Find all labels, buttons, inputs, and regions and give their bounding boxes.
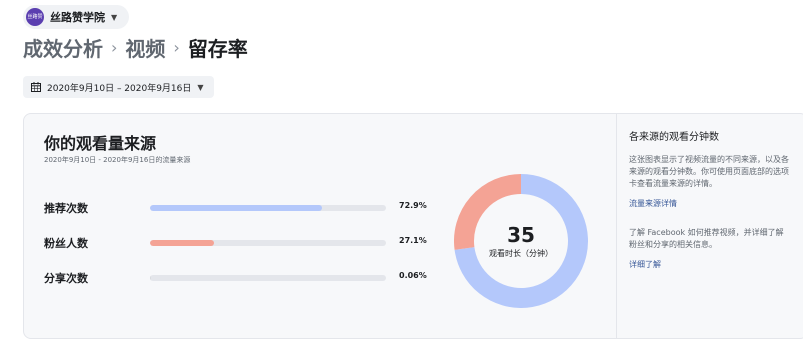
donut-slice-1	[454, 174, 522, 250]
date-range-picker[interactable]: 2020年9月10日 – 2020年9月16日 ▼	[23, 76, 214, 98]
metric-bar-fill	[150, 205, 323, 211]
date-range-label: 2020年9月10日 – 2020年9月16日	[47, 83, 192, 94]
metric-bar-fill	[150, 240, 214, 246]
chevron-right-icon: ›	[111, 38, 118, 57]
page-selector[interactable]: 丝路赞学院 丝路赞学院 ▼	[23, 5, 130, 29]
calendar-icon	[31, 82, 41, 92]
page-title: 留存率	[187, 37, 248, 61]
page-name: 丝路赞学院	[50, 11, 105, 24]
caret-down-icon: ▼	[111, 12, 118, 22]
metric-value: 0.06%	[399, 271, 427, 280]
card-title: 你的观看量来源	[44, 134, 157, 153]
help-description: 这张图表显示了视频流量的不同来源，以及各来源的观看分钟数。你可使用页面底部的选项…	[629, 155, 789, 188]
metric-row-shares: 分享次数 0.06%	[44, 270, 464, 286]
metric-bar-track	[150, 240, 386, 246]
help-title: 各来源的观看分钟数	[629, 132, 719, 143]
metric-label: 粉丝人数	[44, 237, 88, 250]
donut-chart: 35 观看时长（分钟）	[454, 174, 588, 308]
metric-value: 72.9%	[399, 201, 427, 210]
traffic-source-details-link[interactable]: 流量来源详情	[629, 198, 789, 209]
traffic-sources-card: 你的观看量来源 2020年9月10日 - 2020年9月16日的流量来源 推荐次…	[23, 113, 803, 339]
help-description-2: 了解 Facebook 如何推荐视频，并详细了解粉丝和分享的相关信息。	[629, 228, 784, 249]
help-sidebar: 各来源的观看分钟数 这张图表显示了视频流量的不同来源，以及各来源的观看分钟数。你…	[629, 128, 789, 288]
metric-bar-track	[150, 205, 386, 211]
page-avatar: 丝路赞学院	[26, 8, 44, 26]
metric-label: 推荐次数	[44, 202, 88, 215]
learn-more-link[interactable]: 详细了解	[629, 259, 789, 270]
metric-row-followers: 粉丝人数 27.1%	[44, 235, 464, 251]
breadcrumb: 成效分析 › 视频 › 留存率	[23, 33, 248, 62]
metric-bar-track	[150, 275, 386, 281]
donut-svg	[454, 174, 588, 308]
card-subtitle: 2020年9月10日 - 2020年9月16日的流量来源	[44, 156, 191, 164]
metric-label: 分享次数	[44, 272, 88, 285]
metric-value: 27.1%	[399, 236, 427, 245]
caret-down-icon: ▼	[197, 82, 204, 92]
metric-row-recommendations: 推荐次数 72.9%	[44, 200, 464, 216]
breadcrumb-insights[interactable]: 成效分析	[23, 33, 103, 62]
divider	[616, 114, 617, 338]
breadcrumb-videos[interactable]: 视频	[125, 33, 165, 62]
chevron-right-icon: ›	[173, 38, 180, 57]
